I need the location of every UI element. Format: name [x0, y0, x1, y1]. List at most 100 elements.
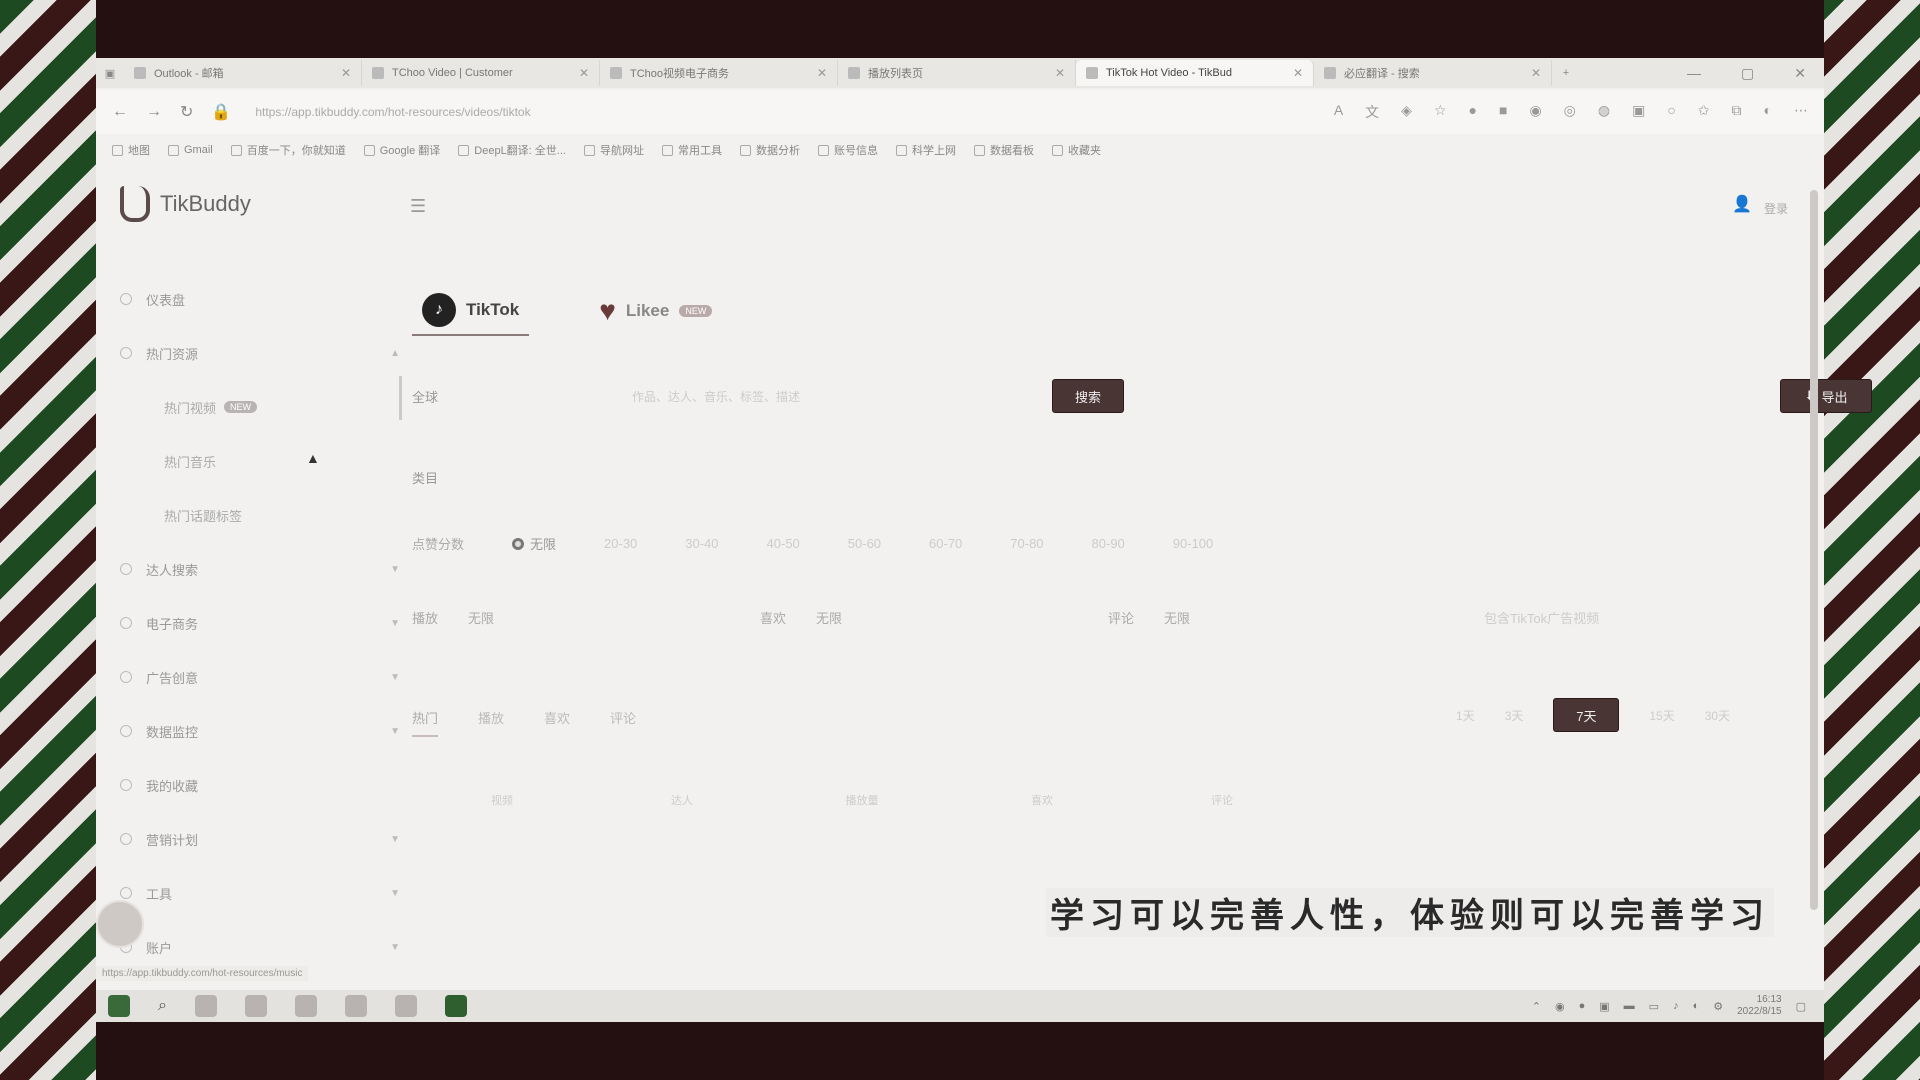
column-header[interactable]: 播放量 — [772, 792, 952, 808]
likes-option[interactable]: 30-40 — [685, 536, 718, 551]
read-aloud-icon[interactable]: A — [1334, 102, 1343, 122]
close-icon[interactable]: ✕ — [579, 66, 589, 80]
extension-icon[interactable]: ◎ — [1564, 102, 1576, 122]
tab-sort-views[interactable]: 播放 — [478, 708, 504, 737]
sidebar-item-ecommerce[interactable]: 电子商务 ▼ — [116, 596, 406, 650]
close-icon[interactable]: ✕ — [1055, 66, 1065, 80]
likes-option[interactable]: 90-100 — [1173, 536, 1213, 551]
bookmark[interactable]: 地图 — [112, 142, 150, 158]
app-icon[interactable] — [294, 995, 317, 1017]
lock-icon[interactable]: 🔒 — [211, 102, 231, 122]
favorites-icon[interactable]: ✩ — [1698, 102, 1710, 122]
windows-start-icon[interactable] — [108, 995, 130, 1017]
bookmark[interactable]: Gmail — [168, 144, 213, 156]
page-scrollbar[interactable] — [1810, 190, 1818, 910]
likes-option[interactable]: 80-90 — [1092, 536, 1125, 551]
column-header[interactable]: 评论 — [1132, 792, 1312, 808]
input-method-icon[interactable]: ◐ — [1693, 1000, 1700, 1012]
avatar[interactable] — [96, 900, 144, 948]
likes-option[interactable]: 60-70 — [929, 536, 962, 551]
display-icon[interactable]: ▭ — [1649, 1000, 1659, 1013]
bookmark[interactable]: DeepL翻译: 全世... — [458, 142, 566, 158]
bookmark[interactable]: 收藏夹 — [1051, 142, 1101, 158]
browser-tab[interactable]: TChoo Video | Customer ✕ — [362, 60, 600, 86]
notification-icon[interactable]: ▢ — [1796, 1000, 1806, 1013]
extension-icon[interactable]: ◍ — [1598, 102, 1610, 122]
sidebar-item-tools[interactable]: 工具 ▼ — [116, 866, 406, 920]
wechat-app-icon[interactable] — [444, 995, 467, 1017]
microphone-icon[interactable]: ● — [1579, 1000, 1586, 1012]
extension-icon[interactable]: ▣ — [1632, 102, 1645, 122]
likes-count-filter[interactable]: 喜欢 无限 — [760, 608, 1108, 627]
sidebar-subitem-hot-hashtags[interactable]: 热门话题标签 — [116, 488, 406, 542]
profile-icon[interactable]: ◐ — [1764, 102, 1772, 122]
browser-tab[interactable]: 必应翻译 - 搜索 ✕ — [1314, 60, 1552, 86]
close-icon[interactable]: ✕ — [341, 66, 351, 80]
time-option[interactable]: 15天 — [1649, 707, 1674, 724]
time-option[interactable]: 1天 — [1456, 707, 1475, 724]
settings-icon[interactable]: ⚙ — [1713, 1000, 1723, 1013]
bookmark[interactable]: 数据分析 — [739, 142, 800, 158]
time-option[interactable]: 30天 — [1705, 707, 1730, 724]
close-icon[interactable]: ✕ — [1293, 66, 1303, 80]
close-window-icon[interactable]: ✕ — [1794, 65, 1806, 82]
bookmark[interactable]: Google 翻译 — [363, 142, 440, 158]
url-field[interactable]: https://app.tikbuddy.com/hot-resources/v… — [249, 105, 1315, 119]
likes-option[interactable]: 50-60 — [848, 536, 881, 551]
comments-filter[interactable]: 评论 无限 — [1108, 608, 1484, 627]
extension-icon[interactable]: ○ — [1667, 102, 1675, 122]
likes-option-unlimited[interactable]: 无限 — [512, 534, 556, 553]
star-icon[interactable]: ☆ — [1434, 102, 1447, 122]
browser-app-icon[interactable] — [194, 995, 217, 1017]
back-icon[interactable]: ← — [112, 103, 128, 121]
collections-icon[interactable]: ⧉ — [1732, 102, 1742, 122]
volume-icon[interactable]: ♪ — [1673, 1000, 1679, 1012]
export-button[interactable]: ⬇导出 — [1780, 379, 1872, 413]
bookmark[interactable]: 账号信息 — [817, 142, 878, 158]
browser-tab[interactable]: TChoo视频电子商务 ✕ — [600, 60, 838, 86]
bookmark[interactable]: 数据看板 — [973, 142, 1034, 158]
new-tab-button[interactable]: + — [1552, 67, 1580, 79]
search-button[interactable]: 搜索 — [1052, 379, 1124, 413]
tray-icon[interactable]: ▣ — [1599, 1000, 1609, 1013]
browser-tab-active[interactable]: TikTok Hot Video - TikBud ✕ — [1076, 60, 1314, 86]
bookmark[interactable]: 科学上网 — [895, 142, 956, 158]
tab-sort-likes[interactable]: 喜欢 — [544, 708, 570, 737]
sidebar-item-dashboard[interactable]: 仪表盘 — [116, 272, 406, 326]
tab-sort-hot[interactable]: 热门 — [412, 708, 439, 737]
edge-app-icon[interactable] — [244, 995, 267, 1017]
extension-icon[interactable]: ● — [1469, 102, 1477, 122]
sidebar-subitem-hot-music[interactable]: 热门音乐 — [116, 434, 406, 488]
include-ads-checkbox[interactable]: 包含TikTok广告视频 — [1484, 608, 1599, 627]
tab-actions-icon[interactable]: ▣ — [96, 67, 124, 80]
minimize-icon[interactable]: — — [1687, 65, 1701, 82]
chevron-up-icon[interactable]: ⌃ — [1532, 1000, 1541, 1013]
forward-icon[interactable]: → — [146, 103, 162, 121]
maximize-icon[interactable]: ▢ — [1741, 65, 1754, 82]
sidebar-item-marketing-plan[interactable]: 营销计划 ▼ — [116, 812, 406, 866]
extension-icon[interactable]: ◈ — [1401, 102, 1412, 122]
tab-likee[interactable]: ♥ Likee NEW — [589, 286, 722, 336]
taskbar-clock[interactable]: 16:13 2022/8/15 — [1737, 994, 1782, 1018]
search-icon[interactable]: ⌕ — [158, 997, 167, 1015]
column-header[interactable]: 喜欢 — [952, 792, 1132, 808]
file-explorer-icon[interactable] — [344, 995, 367, 1017]
sidebar-item-monitoring[interactable]: 数据监控 ▼ — [116, 704, 406, 758]
close-icon[interactable]: ✕ — [817, 66, 827, 80]
extension-icon[interactable]: ■ — [1499, 102, 1507, 122]
menu-toggle-icon[interactable]: ☰ — [410, 196, 426, 217]
column-header[interactable]: 视频 — [412, 792, 592, 808]
bookmark[interactable]: 常用工具 — [661, 142, 722, 158]
sidebar-item-favorites[interactable]: 我的收藏 — [116, 758, 406, 812]
app-logo[interactable]: TikBuddy — [120, 186, 251, 222]
time-option[interactable]: 3天 — [1505, 707, 1524, 724]
browser-tab[interactable]: 播放列表页 ✕ — [838, 60, 1076, 86]
more-icon[interactable]: ⋯ — [1794, 102, 1808, 122]
close-icon[interactable]: ✕ — [1531, 66, 1541, 80]
user-icon[interactable]: 👤 — [1732, 194, 1752, 214]
bookmark[interactable]: 导航网址 — [583, 142, 644, 158]
region-select[interactable]: 全球 — [412, 387, 632, 406]
sidebar-subitem-hot-videos[interactable]: 热门视频 NEW — [116, 380, 406, 434]
tab-sort-comments[interactable]: 评论 — [610, 708, 636, 737]
app-icon[interactable] — [394, 995, 417, 1017]
